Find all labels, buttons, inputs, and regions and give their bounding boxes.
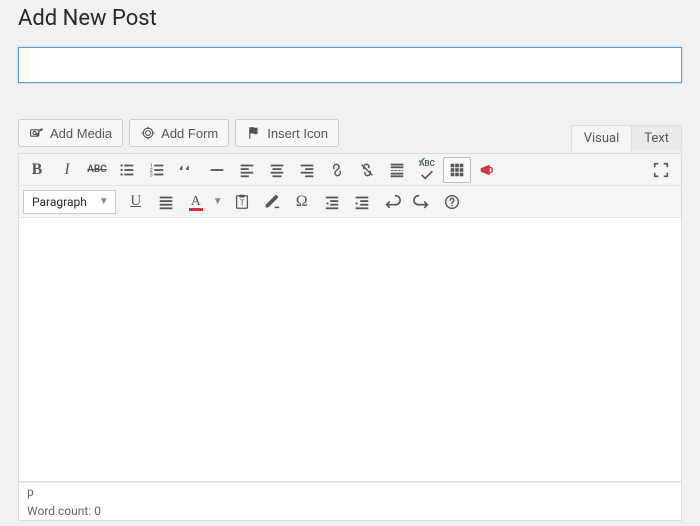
tab-visual[interactable]: Visual [571,125,633,151]
redo-button[interactable] [408,189,436,215]
strike-button[interactable]: ABC [83,157,111,183]
fullscreen-button[interactable] [647,157,675,183]
help-button[interactable] [438,189,466,215]
paste-text-button[interactable]: T [228,189,256,215]
indent-button[interactable] [348,189,376,215]
megaphone-button[interactable] [473,157,501,183]
read-more-button[interactable] [383,157,411,183]
ul-button[interactable] [113,157,141,183]
format-select[interactable]: Paragraph ▼ [23,190,116,214]
flag-icon [246,125,262,141]
element-path: p [18,482,682,502]
align-justify-button[interactable] [152,189,180,215]
add-media-label: Add Media [50,126,112,141]
text-color-menu-button[interactable]: ▼ [212,189,226,215]
insert-icon-label: Insert Icon [267,126,328,141]
target-icon [140,125,156,141]
hr-button[interactable] [203,157,231,183]
toolbar-toggle-button[interactable] [443,157,471,183]
italic-button[interactable]: I [53,157,81,183]
align-left-button[interactable] [233,157,261,183]
align-center-button[interactable] [263,157,291,183]
bold-button[interactable]: B [23,157,51,183]
page-title: Add New Post [18,4,682,33]
tab-text[interactable]: Text [631,125,682,151]
word-count: Word count: 0 [18,501,682,521]
svg-text:T: T [240,197,245,207]
spellcheck-button[interactable]: ABC ✔ [413,157,441,183]
align-right-button[interactable] [293,157,321,183]
underline-button[interactable]: U [122,189,150,215]
insert-icon-button[interactable]: Insert Icon [235,119,339,147]
unlink-button[interactable] [353,157,381,183]
ol-button[interactable]: 123 [143,157,171,183]
link-button[interactable] [323,157,351,183]
chevron-down-icon: ▼ [99,196,109,207]
undo-button[interactable] [378,189,406,215]
text-color-button[interactable]: A [182,189,210,215]
add-form-label: Add Form [161,126,218,141]
blockquote-button[interactable] [173,157,201,183]
outdent-button[interactable] [318,189,346,215]
editor-toolbar: B I ABC 123 [18,153,682,218]
camera-music-icon [29,125,45,141]
special-char-button[interactable]: Ω [288,189,316,215]
clear-format-button[interactable] [258,189,286,215]
add-media-button[interactable]: Add Media [18,119,123,147]
post-title-input[interactable] [18,47,682,83]
add-form-button[interactable]: Add Form [129,119,229,147]
svg-text:3: 3 [150,172,153,178]
format-select-label: Paragraph [32,195,87,209]
editor-content-area[interactable] [18,218,682,482]
